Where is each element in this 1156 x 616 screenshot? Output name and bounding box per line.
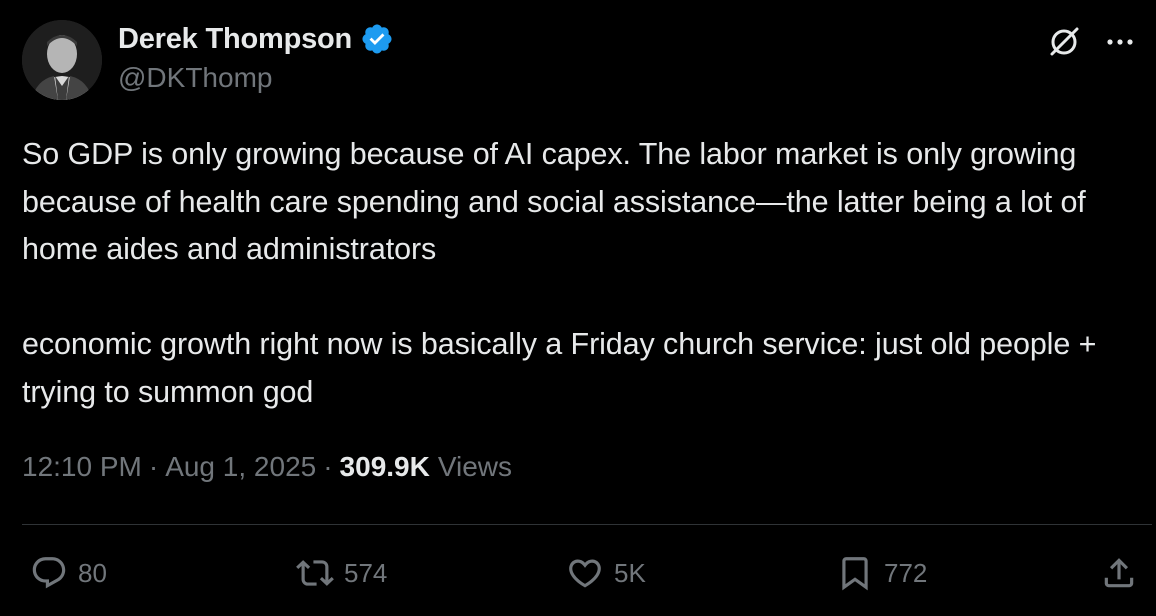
- tweet-time[interactable]: 12:10 PM: [22, 451, 142, 483]
- views-label: Views: [437, 451, 513, 482]
- author-handle[interactable]: @DKThomp: [118, 62, 272, 94]
- meta-separator: ·: [148, 451, 159, 482]
- tweet-meta: 12:10 PM · Aug 1, 2025 · 309.9K Views: [22, 451, 512, 483]
- reply-button[interactable]: 80: [30, 548, 107, 598]
- tweet-text: So GDP is only growing because of AI cap…: [22, 131, 1132, 416]
- reply-icon: [32, 557, 66, 589]
- like-icon: [569, 559, 601, 588]
- views-count[interactable]: 309.9K: [340, 451, 430, 483]
- avatar-image: [22, 20, 102, 100]
- like-count: 5K: [614, 557, 646, 588]
- repost-button[interactable]: 574: [296, 548, 387, 598]
- repost-count: 574: [344, 557, 388, 588]
- bookmark-count: 772: [884, 557, 928, 588]
- top-actions: [1046, 24, 1138, 60]
- grok-icon[interactable]: [1046, 24, 1082, 60]
- repost-icon: [296, 560, 334, 586]
- more-icon[interactable]: [1102, 24, 1138, 60]
- reply-count: 80: [78, 557, 107, 588]
- tweet-date[interactable]: Aug 1, 2025: [165, 451, 316, 483]
- share-button[interactable]: [1100, 548, 1138, 598]
- author-name-row: Derek Thompson: [118, 22, 394, 56]
- avatar[interactable]: [22, 20, 102, 100]
- author-name[interactable]: Derek Thompson: [118, 23, 352, 56]
- bookmark-icon: [842, 557, 868, 591]
- tweet-paragraph-1: So GDP is only growing because of AI cap…: [22, 137, 1086, 266]
- share-icon: [1104, 558, 1134, 588]
- tweet-paragraph-2: economic growth right now is basically a…: [22, 327, 1097, 409]
- meta-separator: ·: [323, 451, 333, 482]
- divider: [22, 524, 1152, 525]
- tweet: Derek Thompson @DKThomp So GDP is only g…: [0, 0, 1156, 616]
- bookmark-button[interactable]: 772: [836, 548, 927, 598]
- verified-badge-icon: [360, 22, 394, 56]
- action-bar: 80 574 5K 772: [0, 548, 1156, 598]
- like-button[interactable]: 5K: [566, 548, 646, 598]
